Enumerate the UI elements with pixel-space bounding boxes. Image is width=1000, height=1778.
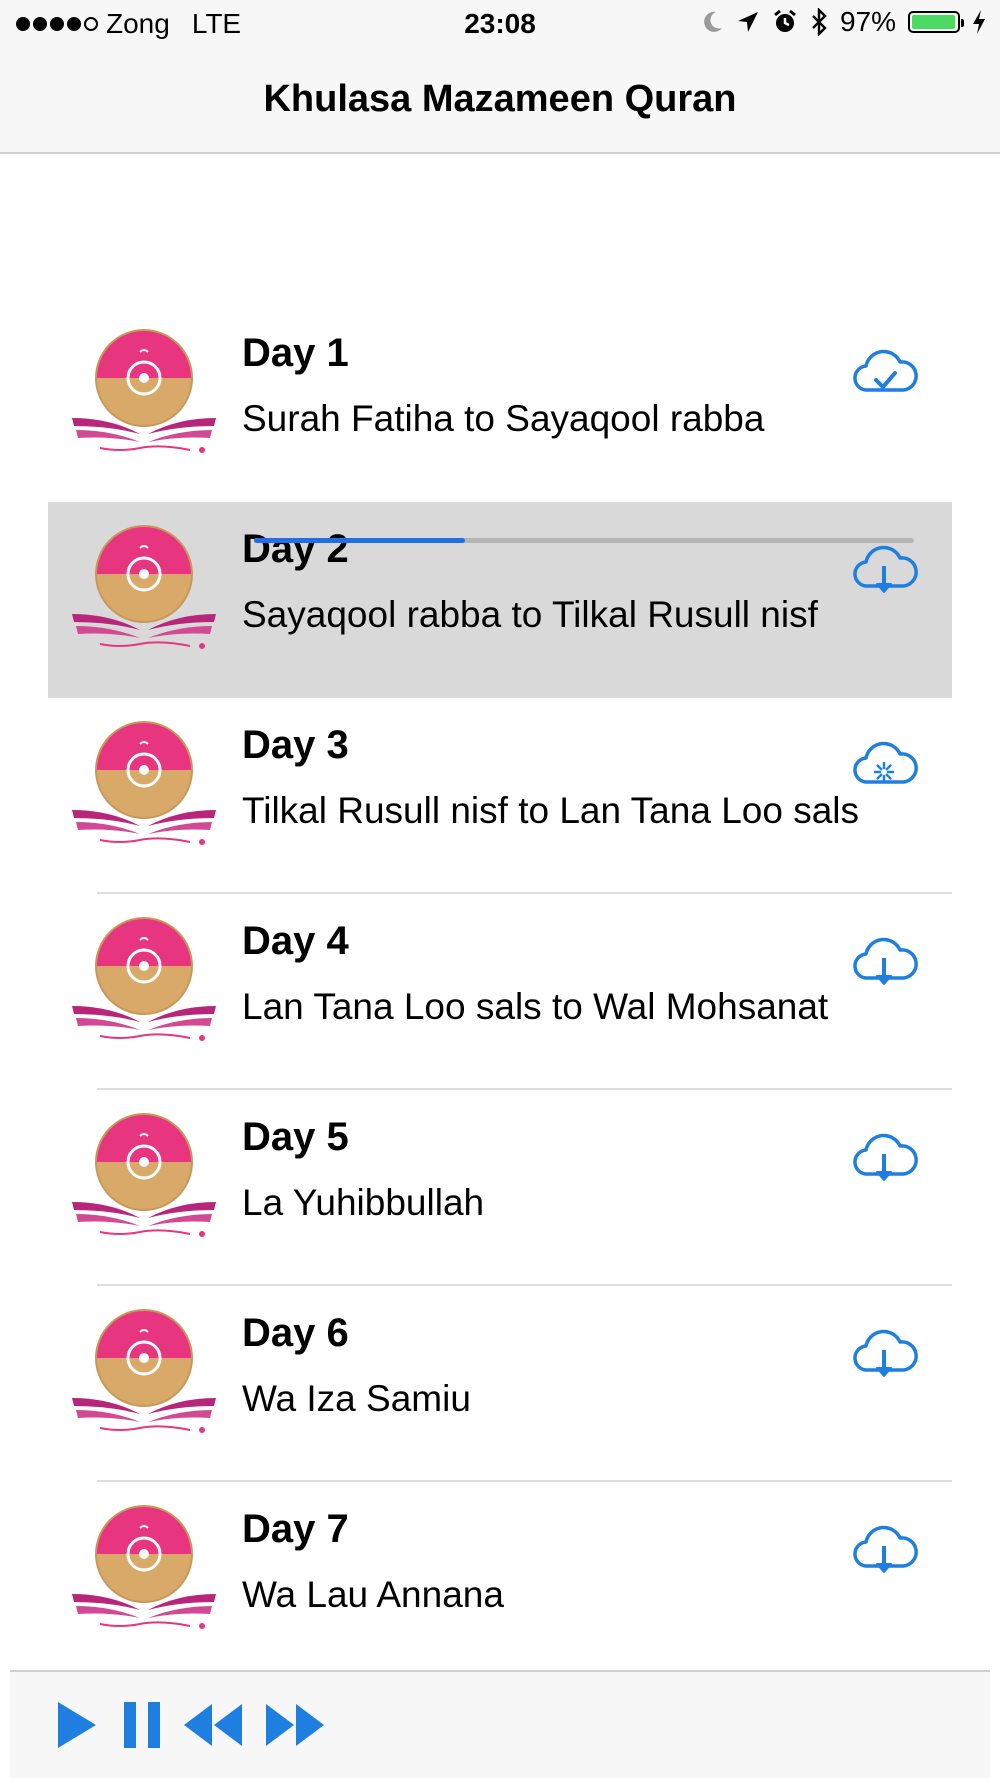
- download-button[interactable]: [848, 1326, 920, 1386]
- episode-title: Day 3: [242, 723, 349, 767]
- download-button[interactable]: [848, 542, 920, 602]
- episode-title: Day 7: [242, 1507, 349, 1551]
- episode-subtitle: Wa Lau Annana: [242, 1574, 504, 1615]
- episode-subtitle: Sayaqool rabba to Tilkal Rusull nisf: [242, 594, 818, 635]
- download-progress-bar: [254, 538, 914, 543]
- episode-logo: [70, 518, 218, 666]
- download-button[interactable]: [848, 738, 920, 798]
- episode-row[interactable]: Day 2 Sayaqool rabba to Tilkal Rusull ni…: [48, 502, 952, 698]
- download-button[interactable]: [848, 1522, 920, 1582]
- cloud-check-icon: [853, 349, 918, 392]
- page-title: Khulasa Mazameen Quran: [263, 78, 737, 120]
- cloud-download-icon: [853, 545, 918, 593]
- episode-logo: [70, 1302, 218, 1450]
- episode-title: Day 5: [242, 1115, 349, 1159]
- episode-row[interactable]: Day 7 Wa Lau Annana: [0, 1482, 1000, 1678]
- episode-subtitle: La Yuhibbullah: [242, 1182, 485, 1223]
- episode-logo: [70, 714, 218, 862]
- battery-percent: 97%: [839, 6, 896, 37]
- player-controls-bar: [10, 1670, 990, 1778]
- pause-icon[interactable]: [122, 1700, 162, 1750]
- download-button[interactable]: [848, 1130, 920, 1190]
- episode-title: Day 1: [242, 331, 349, 375]
- download-button[interactable]: [848, 934, 920, 994]
- rewind-icon[interactable]: [182, 1700, 244, 1750]
- episode-logo: [70, 1106, 218, 1254]
- status-bar: Zong LTE 23:08 97%: [0, 0, 1000, 50]
- cloud-download-icon: [853, 1329, 918, 1377]
- charging-bolt-icon: [973, 10, 985, 34]
- episode-row[interactable]: Day 3 Tilkal Rusull nisf to Lan Tana Loo…: [0, 698, 1000, 894]
- episode-logo: [70, 1498, 218, 1646]
- episode-title: Day 6: [242, 1311, 349, 1355]
- play-icon[interactable]: [56, 1700, 98, 1750]
- cloud-download-icon: [853, 1133, 918, 1181]
- moon-icon: [704, 11, 722, 32]
- episode-logo: [70, 910, 218, 1058]
- cloud-download-icon: [853, 1525, 918, 1573]
- episode-title: Day 2: [242, 527, 349, 571]
- episode-subtitle: Surah Fatiha to Sayaqool rabba: [242, 398, 765, 439]
- battery-icon: [908, 11, 964, 33]
- navigation-bar: Khulasa Mazameen Quran: [0, 50, 1000, 154]
- download-button[interactable]: [848, 346, 920, 406]
- episode-logo: [70, 322, 218, 470]
- episode-row[interactable]: Day 6 Wa Iza Samiu: [0, 1286, 1000, 1482]
- episode-list[interactable]: Day 1 Surah Fatiha to Sayaqool rabba Day…: [0, 306, 1000, 1678]
- loading-spinner-icon: [853, 741, 918, 784]
- episode-row[interactable]: Day 5 La Yuhibbullah: [0, 1090, 1000, 1286]
- alarm-icon: [774, 9, 796, 32]
- episode-subtitle: Lan Tana Loo sals to Wal Mohsanat: [242, 986, 829, 1027]
- cloud-download-icon: [853, 937, 918, 985]
- episode-title: Day 4: [242, 919, 349, 963]
- episode-row[interactable]: Day 4 Lan Tana Loo sals to Wal Mohsanat: [0, 894, 1000, 1090]
- fast-forward-icon[interactable]: [264, 1700, 326, 1750]
- bluetooth-icon: [812, 8, 827, 36]
- episode-subtitle: Wa Iza Samiu: [242, 1378, 471, 1419]
- episode-subtitle: Tilkal Rusull nisf to Lan Tana Loo sals: [242, 790, 860, 831]
- episode-row[interactable]: Day 1 Surah Fatiha to Sayaqool rabba: [0, 306, 1000, 502]
- location-arrow-icon: [737, 12, 758, 32]
